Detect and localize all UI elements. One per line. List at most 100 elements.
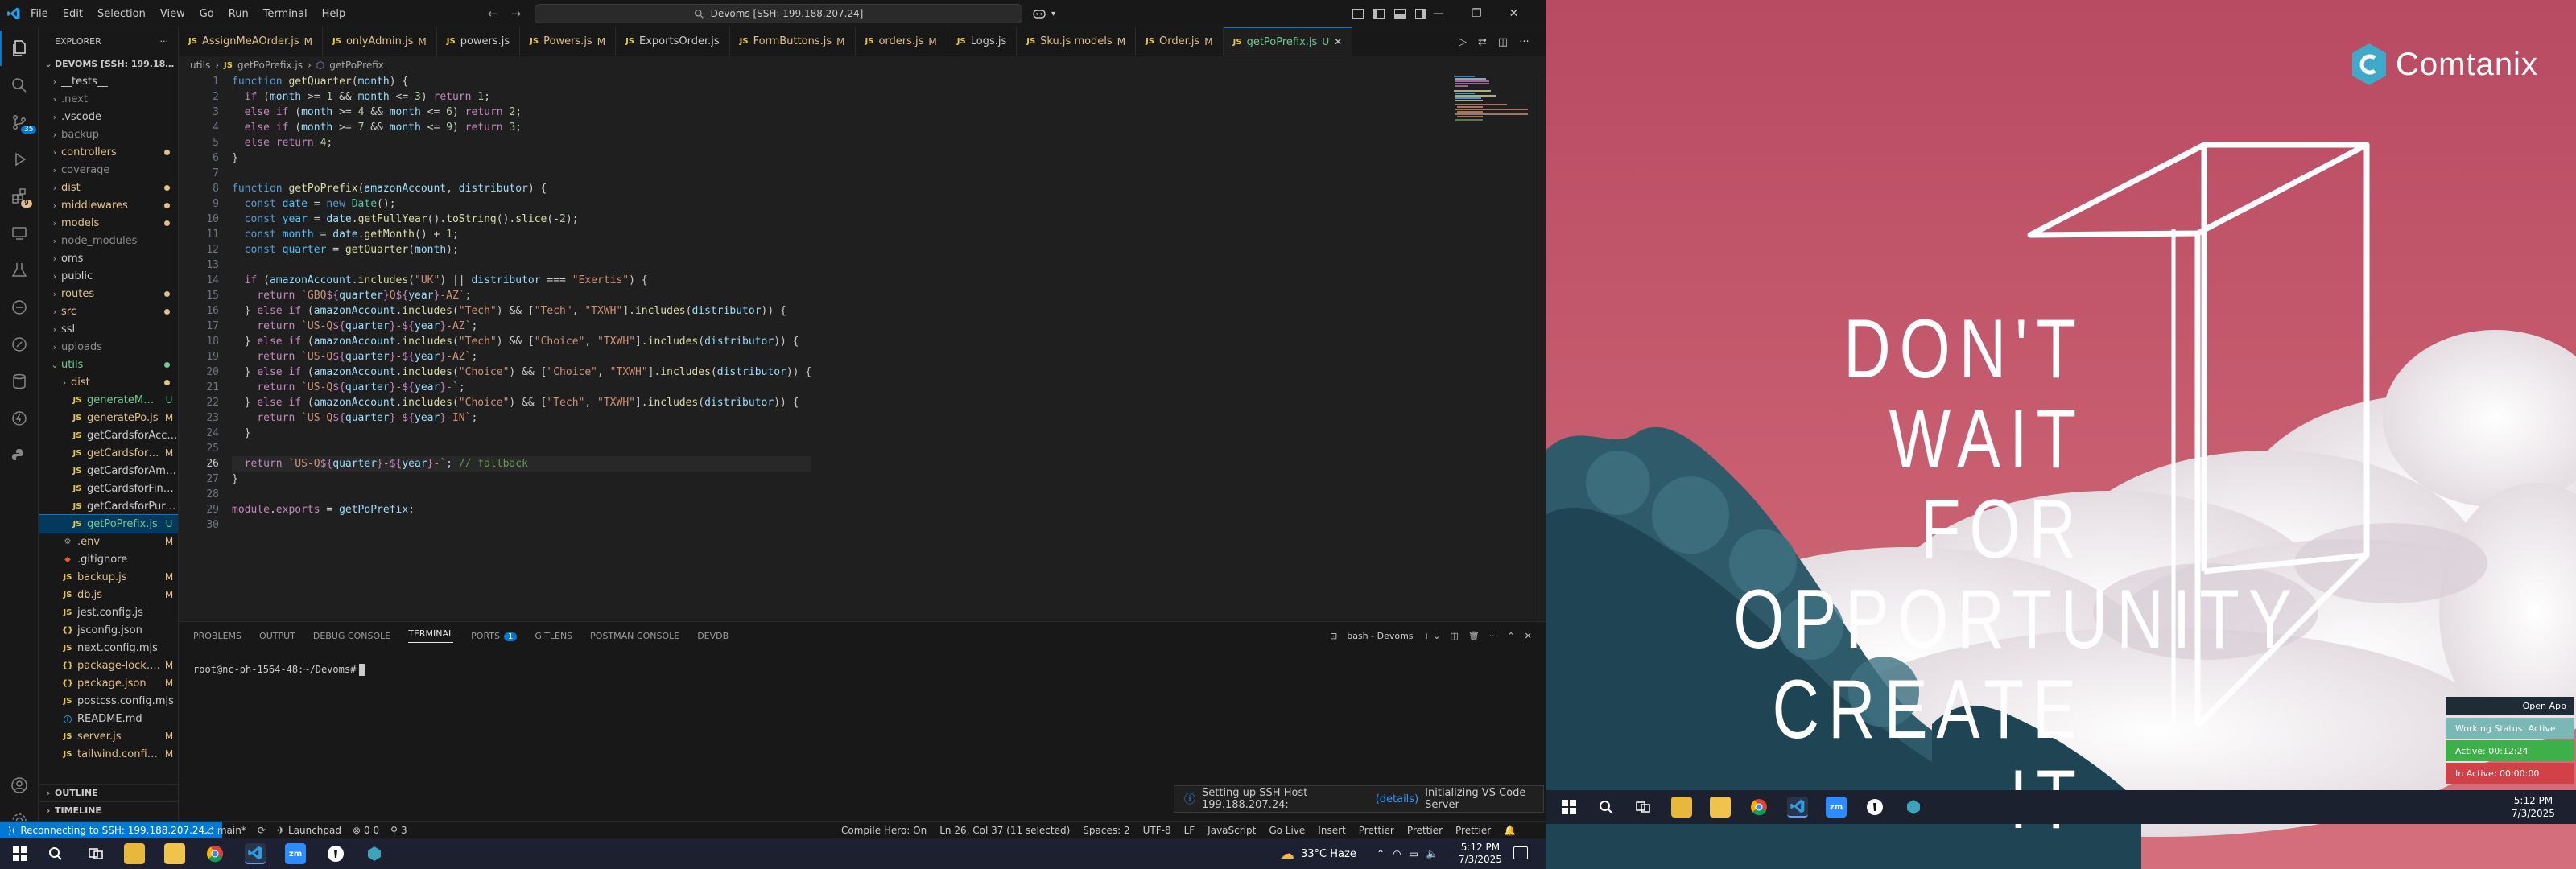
folder-item[interactable]: ⌄ utils xyxy=(39,356,178,373)
code-line[interactable]: return `US-Q${quarter}-${year}-`; xyxy=(232,380,811,395)
folder-item[interactable]: › models xyxy=(39,214,178,232)
panel-tab-problems[interactable]: PROBLEMS xyxy=(193,631,242,641)
windows-start-icon[interactable] xyxy=(1558,797,1579,818)
file-item[interactable]: ◆ .gitignore xyxy=(39,550,178,568)
editor-tab[interactable]: JS powers.js xyxy=(437,27,521,56)
account-icon[interactable] xyxy=(0,768,39,803)
search-icon[interactable] xyxy=(45,843,66,864)
file-item[interactable]: JS next.config.mjs xyxy=(39,639,178,657)
tab-close-icon[interactable]: ✕ xyxy=(1334,36,1342,47)
file-item[interactable]: {} jsconfig.json xyxy=(39,621,178,639)
file-explorer-icon[interactable] xyxy=(124,843,145,864)
volume-icon[interactable]: 🔈 xyxy=(1426,848,1439,859)
copilot-icon[interactable]: ▾ xyxy=(1032,0,1055,27)
task-view-icon[interactable] xyxy=(85,843,106,864)
menu-help[interactable]: Help xyxy=(322,8,346,20)
code-line[interactable]: return `US-Q${quarter}-${year}-AZ`; xyxy=(232,349,811,364)
file-item[interactable]: JS db.js M xyxy=(39,586,178,603)
code-line[interactable]: } xyxy=(232,150,811,166)
folder-item[interactable]: › controllers xyxy=(39,143,178,161)
go-live[interactable]: Go Live xyxy=(1269,825,1305,836)
folder-item[interactable]: › coverage xyxy=(39,161,178,179)
search-icon[interactable] xyxy=(0,68,39,103)
workspace-root[interactable]: ⌄DEVOMS [SSH: 199.188.20... xyxy=(39,55,178,72)
code-line[interactable] xyxy=(232,257,811,273)
display-icon[interactable]: ▭ xyxy=(1410,848,1418,859)
tab-active[interactable]: JS getPoPrefix.js U ✕ xyxy=(1223,27,1353,56)
folder-item[interactable]: › public xyxy=(39,267,178,285)
zoom-icon[interactable]: zm xyxy=(1826,797,1847,818)
clock[interactable]: 5:12 PM 7/3/2025 xyxy=(1459,842,1502,866)
chrome-icon[interactable] xyxy=(1748,797,1769,818)
menu-go[interactable]: Go xyxy=(200,8,214,20)
store-icon[interactable] xyxy=(164,843,185,864)
folder-item[interactable]: › dist xyxy=(39,373,178,391)
code-line[interactable]: } else if (amazonAccount.includes("Tech"… xyxy=(232,334,811,349)
code-line[interactable] xyxy=(232,487,811,502)
menu-run[interactable]: Run xyxy=(229,8,249,20)
file-item[interactable]: JS generateMulti... U xyxy=(39,391,178,409)
command-center[interactable]: Devoms [SSH: 199.188.207.24] xyxy=(535,4,1022,23)
ports-item[interactable]: ⚲ 3 xyxy=(390,825,407,836)
editor-tab[interactable]: JS Order.js M xyxy=(1136,27,1224,56)
editor-tab[interactable]: JS Logs.js xyxy=(947,27,1018,56)
extensions-icon[interactable]: 9 xyxy=(0,179,39,214)
postman-icon[interactable] xyxy=(0,327,39,362)
close-panel-icon[interactable]: ✕ xyxy=(1525,631,1532,641)
kill-terminal-icon[interactable]: 🗑 xyxy=(1468,631,1480,641)
folder-item[interactable]: › routes xyxy=(39,285,178,303)
code-line[interactable]: } xyxy=(232,426,811,441)
notification-toast[interactable]: ⓘ Setting up SSH Host 199.188.207.24: (d… xyxy=(1174,785,1544,813)
run-debug-icon[interactable] xyxy=(0,142,39,177)
notifications-bell-icon[interactable]: 🔔 xyxy=(1504,825,1516,836)
more-actions-icon[interactable]: ··· xyxy=(160,36,169,47)
file-item[interactable]: {} package.json M xyxy=(39,674,178,692)
devtools-app-icon[interactable] xyxy=(364,843,385,864)
customize-layout-icon[interactable] xyxy=(1352,9,1364,19)
file-item[interactable]: ⚙ .env M xyxy=(39,533,178,550)
vscode-taskbar-icon[interactable] xyxy=(1787,797,1808,818)
encoding[interactable]: UTF-8 xyxy=(1143,825,1171,836)
toast-details-link[interactable]: (details) xyxy=(1376,793,1418,805)
breadcrumb-folder[interactable]: utils xyxy=(190,60,210,71)
app-circle-icon[interactable] xyxy=(1864,797,1885,818)
notification-center-icon[interactable] xyxy=(1513,846,1528,859)
remote-explorer-icon[interactable] xyxy=(0,216,39,251)
editor-tab[interactable]: JS orders.js M xyxy=(856,27,947,56)
code-line[interactable]: const month = date.getMonth() + 1; xyxy=(232,227,811,242)
panel-tab-ports[interactable]: PORTS 1 xyxy=(471,631,518,641)
editor-more-icon[interactable]: ··· xyxy=(1519,36,1529,48)
toggle-panel-icon[interactable] xyxy=(1394,9,1406,19)
code-line[interactable] xyxy=(232,166,811,181)
outline-section[interactable]: › OUTLINE xyxy=(39,784,178,801)
folder-item[interactable]: › uploads xyxy=(39,338,178,356)
menu-terminal[interactable]: Terminal xyxy=(263,8,308,20)
python-icon[interactable] xyxy=(0,438,39,473)
code-line[interactable]: if (month >= 1 && month <= 3) return 1; xyxy=(232,89,811,105)
file-item[interactable]: JS getCardsforAccount.js xyxy=(39,426,178,444)
menu-file[interactable]: File xyxy=(31,8,48,20)
panel-tab-output[interactable]: OUTPUT xyxy=(259,631,295,641)
code-line[interactable]: else return 4; xyxy=(232,135,811,150)
gitlens-icon[interactable] xyxy=(0,290,39,325)
wifi-icon[interactable]: ◠ xyxy=(1393,848,1401,859)
file-item[interactable]: JS getCardsforPurchasi... xyxy=(39,497,178,515)
nav-back-icon[interactable]: ← xyxy=(488,6,498,21)
windows-start-icon[interactable] xyxy=(10,843,31,864)
source-control-icon[interactable]: 35 xyxy=(0,105,39,140)
file-item[interactable]: JS server.js M xyxy=(39,727,178,745)
code-content[interactable]: function getQuarter(month) { if (month >… xyxy=(232,74,812,533)
open-changes-icon[interactable]: ⇄ xyxy=(1478,36,1487,48)
code-line[interactable]: return `GBQ${quarter}Q${year}-AZ`; xyxy=(232,288,811,303)
panel-tab-devdb[interactable]: DEVDB xyxy=(697,631,729,641)
insert-mode[interactable]: Insert xyxy=(1318,825,1345,836)
store-icon[interactable] xyxy=(1710,797,1731,818)
code-editor[interactable]: 1 2 3 4 5 6 7 8 9 10 11 12 13 14 15 16 17 18 19 20 21 22 23 24 2… xyxy=(179,74,1546,621)
code-line[interactable]: } xyxy=(232,472,811,487)
split-editor-icon[interactable]: ◫ xyxy=(1498,36,1508,48)
testing-icon[interactable] xyxy=(0,253,39,288)
remote-indicator[interactable]: ⟩⟨ Reconnecting to SSH: 199.188.207.24..… xyxy=(0,822,222,838)
file-item[interactable]: JS getCardsforFinance.js xyxy=(39,480,178,497)
code-line[interactable]: else if (month >= 7 && month <= 9) retur… xyxy=(232,120,811,135)
folder-item[interactable]: › node_modules xyxy=(39,232,178,249)
